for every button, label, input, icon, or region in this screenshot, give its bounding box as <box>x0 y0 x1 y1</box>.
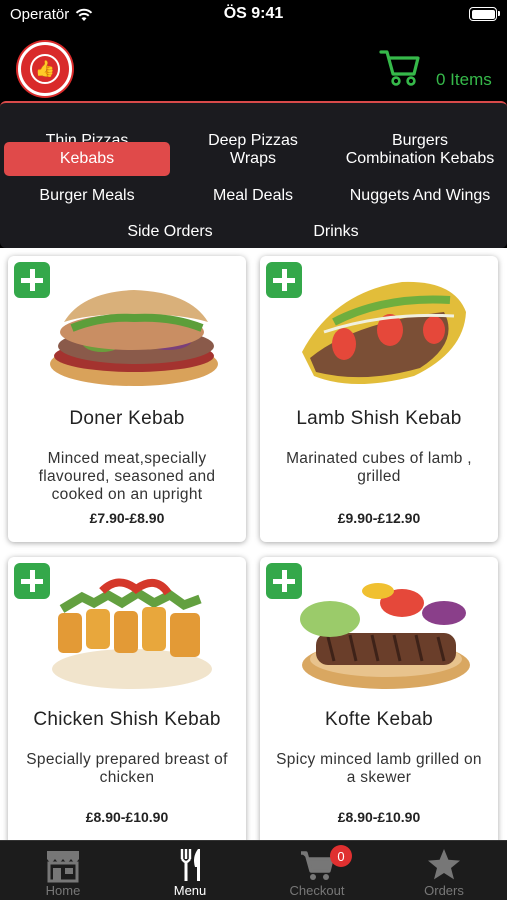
status-bar: Operatör ÖS 9:41 <box>0 0 507 32</box>
tab-menu[interactable]: Menu <box>127 841 253 900</box>
tab-bar: Home Menu 0 Checkout Orders <box>0 840 507 900</box>
category-wraps[interactable]: Wraps <box>170 142 336 176</box>
tab-label: Orders <box>424 883 464 898</box>
product-description: Specially prepared breast of chicken <box>26 751 228 786</box>
status-time: ÖS 9:41 <box>223 5 284 22</box>
tab-checkout[interactable]: 0 Checkout <box>254 841 380 900</box>
doner-kebab-image <box>50 290 218 386</box>
app-header: 👍 0 Items <box>0 32 507 102</box>
product-card[interactable]: Doner Kebab Minced meat,specially flavou… <box>8 256 246 542</box>
product-description: Spicy minced lamb grilled on a skewer <box>276 751 482 786</box>
thumbs-up-icon: 👍 <box>30 54 60 84</box>
product-description: Minced meat,specially flavoured, seasone… <box>38 450 216 503</box>
battery-icon <box>469 7 500 21</box>
kofte-kebab-image <box>300 583 470 689</box>
product-name: Doner Kebab <box>69 408 185 429</box>
restaurant-logo[interactable]: 👍 <box>18 42 72 96</box>
tab-label: Checkout <box>289 883 345 898</box>
product-description: Marinated cubes of lamb , grilled <box>286 450 472 485</box>
tab-label: Home <box>45 883 81 898</box>
product-name: Chicken Shish Kebab <box>33 709 221 730</box>
tab-orders[interactable]: Orders <box>381 841 507 900</box>
product-card[interactable]: Lamb Shish Kebab Marinated cubes of lamb… <box>260 256 498 542</box>
tab-home[interactable]: Home <box>0 841 126 900</box>
product-grid: Doner Kebab Minced meat,specially flavou… <box>0 248 507 840</box>
product-name: Lamb Shish Kebab <box>296 408 462 429</box>
lamb-shish-kebab-image <box>302 281 466 384</box>
product-price: £7.90-£8.90 <box>89 510 165 526</box>
category-drinks[interactable]: Drinks <box>253 215 419 249</box>
star-icon <box>428 849 460 880</box>
category-side-orders[interactable]: Side Orders <box>87 215 253 249</box>
product-name: Kofte Kebab <box>325 709 433 730</box>
cutlery-icon <box>180 849 200 881</box>
chicken-shish-kebab-image <box>52 578 212 689</box>
category-meal-deals[interactable]: Meal Deals <box>170 179 336 213</box>
category-nuggets-and-wings[interactable]: Nuggets And Wings <box>336 179 504 213</box>
category-kebabs[interactable]: Kebabs <box>4 142 170 176</box>
store-icon <box>47 851 79 883</box>
checkout-badge: 0 <box>330 845 352 867</box>
product-price: £9.90-£12.90 <box>337 510 421 526</box>
category-combination-kebabs[interactable]: Combination Kebabs <box>336 142 504 176</box>
product-price: £8.90-£10.90 <box>337 809 421 825</box>
cart-icon[interactable] <box>378 44 422 88</box>
category-burger-meals[interactable]: Burger Meals <box>4 179 170 213</box>
product-price: £8.90-£10.90 <box>85 809 169 825</box>
category-panel: Thin Pizzas Deep Pizzas Burgers Kebabs W… <box>0 101 507 248</box>
tab-label: Menu <box>173 883 207 898</box>
product-card[interactable]: Chicken Shish Kebab Specially prepared b… <box>8 557 246 840</box>
product-card[interactable]: Kofte Kebab Spicy minced lamb grilled on… <box>260 557 498 840</box>
cart-count-label[interactable]: 0 Items <box>436 70 492 90</box>
